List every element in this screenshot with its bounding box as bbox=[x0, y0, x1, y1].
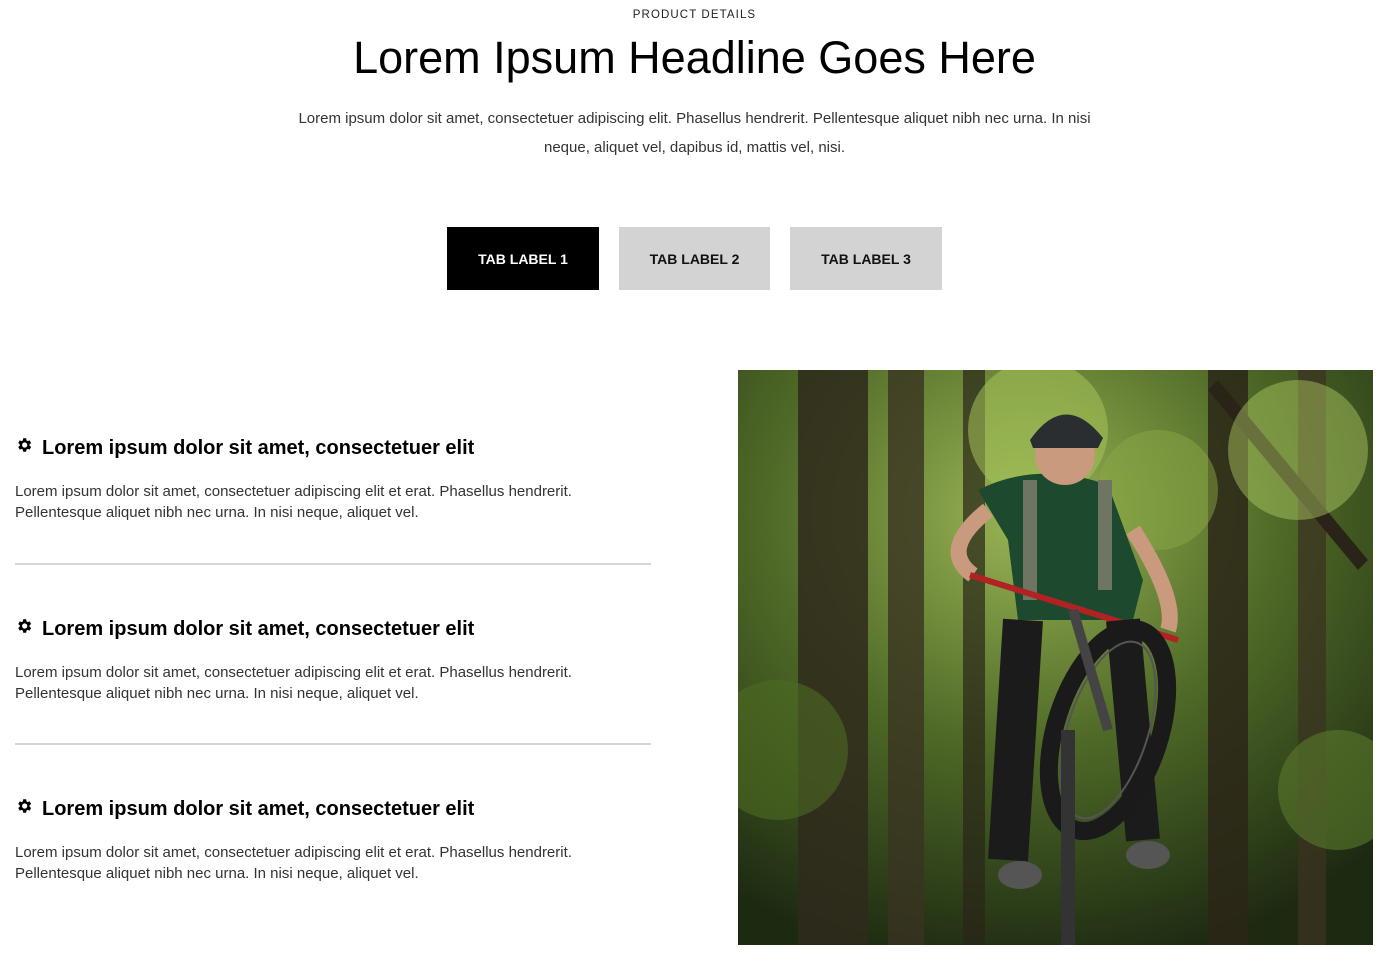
feature-description: Lorem ipsum dolor sit amet, consectetuer… bbox=[15, 483, 572, 521]
gear-icon bbox=[15, 797, 33, 821]
tab-label-1[interactable]: TAB LABEL 1 bbox=[447, 227, 599, 290]
feature-title: Lorem ipsum dolor sit amet, consectetuer… bbox=[15, 617, 651, 641]
feature-item: Lorem ipsum dolor sit amet, consectetuer… bbox=[15, 436, 651, 523]
feature-title-text: Lorem ipsum dolor sit amet, consectetuer… bbox=[42, 617, 475, 640]
tab-label-3[interactable]: TAB LABEL 3 bbox=[790, 227, 942, 290]
feature-title-text: Lorem ipsum dolor sit amet, consectetuer… bbox=[42, 797, 475, 820]
feature-title: Lorem ipsum dolor sit amet, consectetuer… bbox=[15, 797, 651, 821]
tab-bar: TAB LABEL 1 TAB LABEL 2 TAB LABEL 3 bbox=[447, 227, 942, 290]
gear-icon bbox=[15, 617, 33, 641]
feature-title-text: Lorem ipsum dolor sit amet, consectetuer… bbox=[42, 436, 475, 459]
page-headline: Lorem Ipsum Headline Goes Here bbox=[353, 32, 1036, 83]
eyebrow-label: PRODUCT DETAILS bbox=[632, 9, 757, 21]
feature-title: Lorem ipsum dolor sit amet, consectetuer… bbox=[15, 436, 651, 460]
feature-description: Lorem ipsum dolor sit amet, consectetuer… bbox=[15, 844, 572, 882]
tab-label-2[interactable]: TAB LABEL 2 bbox=[619, 227, 770, 290]
intro-paragraph: Lorem ipsum dolor sit amet, consectetuer… bbox=[298, 110, 1091, 156]
product-photo-mountain-biker bbox=[738, 370, 1373, 945]
feature-item: Lorem ipsum dolor sit amet, consectetuer… bbox=[15, 617, 651, 704]
gear-icon bbox=[15, 436, 33, 460]
feature-item: Lorem ipsum dolor sit amet, consectetuer… bbox=[15, 797, 651, 884]
divider bbox=[15, 743, 651, 745]
divider bbox=[15, 563, 651, 565]
feature-description: Lorem ipsum dolor sit amet, consectetuer… bbox=[15, 664, 572, 702]
